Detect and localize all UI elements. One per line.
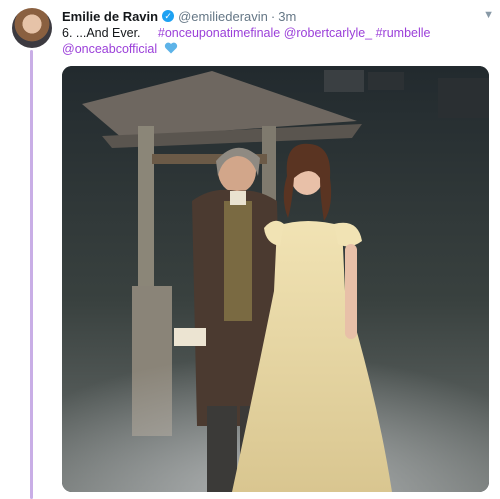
verified-badge-icon: ✓: [162, 10, 175, 22]
separator: ·: [270, 8, 276, 24]
thread-line: [30, 50, 33, 499]
author-name[interactable]: Emilie de Ravin: [62, 9, 158, 24]
tweet[interactable]: Emilie de Ravin ✓ @emiliederavin · 3m ▼ …: [0, 0, 500, 499]
mention-link[interactable]: @robertcarlyle_: [284, 26, 372, 40]
avatar[interactable]: [12, 8, 52, 48]
hashtag-link[interactable]: #rumbelle: [376, 26, 431, 40]
hashtag-link[interactable]: #onceuponatimefinale: [158, 26, 280, 40]
tweet-body: 6. ...And Ever.: [62, 26, 141, 40]
tweet-header: Emilie de Ravin ✓ @emiliederavin · 3m: [62, 8, 296, 24]
chevron-down-icon[interactable]: ▼: [483, 9, 494, 21]
photo-image: [62, 66, 489, 492]
blue-heart-icon: [164, 42, 177, 54]
tweet-text: 6. ...And Ever. #onceuponatimefinale @ro…: [62, 25, 462, 57]
mention-link[interactable]: @onceabcofficial: [62, 42, 157, 56]
timestamp[interactable]: 3m: [278, 9, 296, 24]
author-handle[interactable]: @emiliederavin: [178, 9, 268, 24]
tweet-photo[interactable]: [62, 66, 489, 492]
